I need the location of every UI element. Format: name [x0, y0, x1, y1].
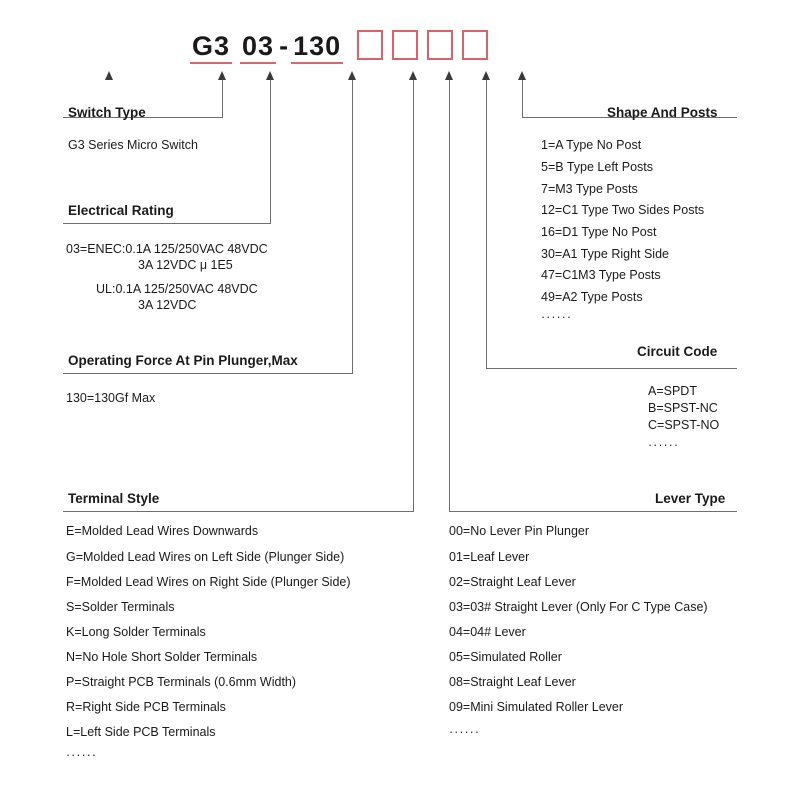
part-number-header: G3 03 - 130 — [0, 30, 800, 80]
leader-lever-type-vertical — [449, 80, 450, 512]
shape-and-posts-line-4: 16=D1 Type No Post — [541, 225, 657, 239]
arrow-switch-type — [105, 71, 114, 80]
pn-segment-rating: 03 — [240, 30, 277, 64]
circuit-code-line-1: B=SPST-NC — [648, 401, 718, 415]
pn-box-terminal-style — [357, 30, 384, 60]
lever-type-line-4: 04=04# Lever — [449, 625, 526, 639]
terminal-style-line-6: P=Straight PCB Terminals (0.6mm Width) — [66, 675, 297, 689]
circuit-code-line-2: C=SPST-NO — [648, 418, 720, 432]
lever-type-line-3: 03=03# Straight Lever (Only For C Type C… — [449, 600, 708, 614]
leader-terminal-style-horizontal — [63, 511, 414, 512]
terminal-style-line-7: R=Right Side PCB Terminals — [66, 700, 226, 714]
pn-box-lever-type — [392, 30, 419, 60]
electrical-rating-line-1: 3A 12VDC μ 1E5 — [138, 258, 233, 272]
terminal-style-line-1: G=Molded Lead Wires on Left Side (Plunge… — [66, 550, 345, 564]
tick-switch-type — [222, 105, 223, 118]
lever-type-ellipsis: ······ — [449, 725, 480, 739]
arrow-shape-and-posts — [518, 71, 527, 80]
shape-and-posts-line-5: 30=A1 Type Right Side — [541, 247, 669, 261]
section-title-shape-and-posts: Shape And Posts — [607, 105, 718, 120]
arrow-electrical-rating — [266, 71, 275, 80]
section-title-electrical-rating: Electrical Rating — [68, 203, 174, 218]
terminal-style-ellipsis: ······ — [66, 748, 97, 762]
electrical-rating-line-0: 03=ENEC:0.1A 125/250VAC 48VDC — [66, 242, 268, 256]
terminal-style-line-8: L=Left Side PCB Terminals — [66, 725, 216, 739]
shape-and-posts-line-3: 12=C1 Type Two Sides Posts — [541, 203, 705, 217]
shape-and-posts-line-7: 49=A2 Type Posts — [541, 290, 643, 304]
circuit-code-ellipsis: ······ — [648, 438, 679, 452]
section-title-switch-type: Switch Type — [68, 105, 146, 120]
pn-box-circuit-code — [427, 30, 454, 60]
leader-circuit-code-horizontal — [486, 368, 737, 369]
tick-electrical-rating — [270, 203, 271, 224]
section-title-terminal-style: Terminal Style — [68, 491, 160, 506]
arrow-terminal-style — [409, 71, 418, 80]
lever-type-line-0: 00=No Lever Pin Plunger — [449, 524, 590, 538]
tick-shape-and-posts — [522, 105, 523, 118]
pn-box-shape-and-posts — [462, 30, 489, 60]
circuit-code-line-0: A=SPDT — [648, 384, 697, 398]
leader-electrical-rating-horizontal — [63, 223, 271, 224]
lever-type-line-2: 02=Straight Leaf Lever — [449, 575, 576, 589]
section-title-circuit-code: Circuit Code — [637, 344, 718, 359]
arrow-circuit-code — [482, 71, 491, 80]
shape-and-posts-line-6: 47=C1M3 Type Posts — [541, 268, 661, 282]
leader-operating-force-vertical — [352, 80, 353, 374]
shape-and-posts-line-2: 7=M3 Type Posts — [541, 182, 638, 196]
electrical-rating-line-2: UL:0.1A 125/250VAC 48VDC — [96, 282, 258, 296]
terminal-style-line-0: E=Molded Lead Wires Downwards — [66, 524, 259, 538]
electrical-rating-line-3: 3A 12VDC — [138, 298, 197, 312]
arrow-lever-type — [445, 71, 454, 80]
operating-force-line-0: 130=130Gf Max — [66, 391, 156, 405]
section-title-operating-force: Operating Force At Pin Plunger,Max — [68, 353, 298, 368]
pn-empty-boxes — [357, 30, 497, 60]
lever-type-line-6: 08=Straight Leaf Lever — [449, 675, 576, 689]
tick-terminal-style — [413, 491, 414, 512]
leader-circuit-code-vertical — [486, 80, 487, 369]
tick-circuit-code — [486, 347, 487, 368]
leader-operating-force-horizontal — [63, 373, 353, 374]
lever-type-line-7: 09=Mini Simulated Roller Lever — [449, 700, 624, 714]
terminal-style-line-2: F=Molded Lead Wires on Right Side (Plung… — [66, 575, 351, 589]
tick-lever-type — [449, 491, 450, 512]
part-number-row: G3 03 - 130 — [190, 30, 497, 64]
leader-terminal-style-vertical — [413, 80, 414, 512]
pn-segment-force: 130 — [291, 30, 344, 64]
tick-operating-force — [352, 353, 353, 374]
shape-and-posts-ellipsis: ······ — [541, 310, 572, 324]
pn-segment-series: G3 — [190, 30, 233, 64]
section-title-lever-type: Lever Type — [655, 491, 726, 506]
part-number-breakdown-diagram: G3 03 - 130 Switch Type G3 Series Micro … — [0, 0, 800, 796]
pn-segment-dash: - — [279, 31, 289, 61]
terminal-style-line-3: S=Solder Terminals — [66, 600, 175, 614]
shape-and-posts-line-0: 1=A Type No Post — [541, 138, 642, 152]
terminal-style-line-4: K=Long Solder Terminals — [66, 625, 206, 639]
lever-type-line-1: 01=Leaf Lever — [449, 550, 530, 564]
arrow-operating-force — [348, 71, 357, 80]
terminal-style-line-5: N=No Hole Short Solder Terminals — [66, 650, 258, 664]
arrow-series-tip — [218, 71, 227, 80]
leader-lever-type-horizontal — [449, 511, 737, 512]
lever-type-line-5: 05=Simulated Roller — [449, 650, 562, 664]
shape-and-posts-line-1: 5=B Type Left Posts — [541, 160, 653, 174]
switch-type-line-0: G3 Series Micro Switch — [68, 138, 198, 152]
